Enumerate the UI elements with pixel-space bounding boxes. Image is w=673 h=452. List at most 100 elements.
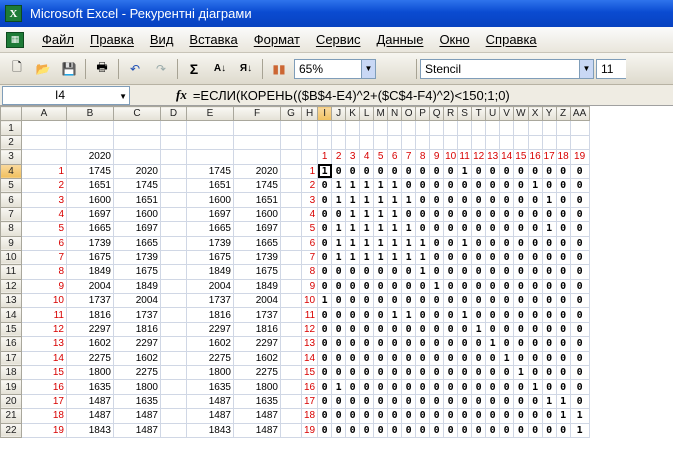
row-header[interactable]: 2 [0,134,22,151]
cell[interactable] [280,134,302,151]
cell[interactable]: 2004 [113,293,161,309]
matrix-cell[interactable]: 1 [457,235,473,251]
matrix-cell[interactable]: 1 [359,177,375,194]
cell[interactable]: 1745 [186,163,234,179]
cell[interactable] [485,120,501,136]
cell[interactable]: 1602 [113,350,161,367]
matrix-cell[interactable]: 1 [555,408,571,424]
matrix-cell[interactable]: 0 [485,192,501,208]
cell[interactable]: 1739 [186,235,234,251]
cell-table[interactable]: A B C D E F G H I J K L M N O P Q R S T U V W X Y Z AA 1 2 3 2020 1 2 3 4 5… [0,106,590,438]
matrix-cell[interactable]: 1 [331,235,347,251]
matrix-cell[interactable]: 0 [457,336,473,352]
cell[interactable] [345,134,361,151]
matrix-cell[interactable]: 0 [317,192,333,208]
matrix-cell[interactable]: 1 [345,192,361,208]
matrix-cell[interactable]: 0 [331,350,347,367]
matrix-cell[interactable]: 0 [541,235,557,251]
cell[interactable]: 2275 [186,350,234,367]
column-header[interactable]: U [485,106,501,122]
matrix-cell[interactable]: 0 [499,206,515,223]
matrix-cell[interactable]: 0 [471,235,487,251]
cell[interactable] [527,134,543,151]
matrix-cell[interactable]: 0 [345,163,361,179]
cell[interactable] [186,134,234,151]
matrix-cell[interactable]: 0 [373,393,389,410]
matrix-cell[interactable]: 0 [373,365,389,381]
matrix-cell[interactable]: 0 [499,249,515,266]
undo-icon[interactable]: ↶ [124,58,146,80]
column-header[interactable]: C [113,106,161,122]
matrix-cell[interactable]: 0 [499,422,515,438]
matrix-cell[interactable]: 0 [401,393,417,410]
matrix-cell[interactable]: 0 [345,321,361,338]
matrix-cell[interactable]: 0 [527,422,543,438]
matrix-cell[interactable]: 1 [569,408,590,424]
menu-data[interactable]: Данные [376,32,423,47]
matrix-cell[interactable]: 0 [457,249,473,266]
column-header[interactable]: M [373,106,389,122]
row-header[interactable]: 17 [0,350,22,367]
cell[interactable]: 5 [373,149,389,165]
matrix-cell[interactable]: 0 [317,365,333,381]
menu-view[interactable]: Вид [150,32,174,47]
matrix-cell[interactable]: 0 [429,192,445,208]
matrix-cell[interactable]: 0 [499,393,515,410]
matrix-cell[interactable]: 0 [555,336,571,352]
matrix-cell[interactable]: 0 [541,264,557,280]
cell[interactable]: 1745 [233,177,281,194]
matrix-cell[interactable]: 0 [443,422,459,438]
matrix-cell[interactable]: 0 [527,192,543,208]
matrix-cell[interactable]: 0 [569,293,590,309]
matrix-cell[interactable]: 1 [457,307,473,323]
matrix-cell[interactable]: 0 [513,163,529,179]
cell[interactable] [280,408,302,424]
matrix-cell[interactable]: 0 [513,221,529,237]
matrix-cell[interactable]: 1 [345,221,361,237]
matrix-cell[interactable]: 0 [513,235,529,251]
matrix-cell[interactable]: 1 [401,221,417,237]
matrix-cell[interactable]: 0 [317,278,333,295]
cell[interactable] [443,134,459,151]
matrix-cell[interactable]: 0 [359,321,375,338]
cell[interactable]: 6 [21,235,67,251]
matrix-cell[interactable]: 0 [513,408,529,424]
matrix-cell[interactable]: 0 [513,379,529,395]
matrix-cell[interactable]: 0 [331,365,347,381]
matrix-cell[interactable]: 0 [471,422,487,438]
matrix-cell[interactable]: 1 [401,307,417,323]
column-header[interactable]: V [499,106,515,122]
matrix-cell[interactable]: 0 [569,235,590,251]
matrix-cell[interactable]: 0 [345,293,361,309]
matrix-cell[interactable]: 0 [373,379,389,395]
matrix-cell[interactable]: 0 [457,264,473,280]
matrix-cell[interactable]: 0 [429,408,445,424]
cell[interactable] [471,134,487,151]
matrix-cell[interactable]: 1 [373,235,389,251]
matrix-cell[interactable]: 1 [345,177,361,194]
row-header[interactable]: 4 [0,163,22,179]
matrix-cell[interactable]: 1 [387,221,403,237]
cell[interactable]: 3 [345,149,361,165]
matrix-cell[interactable]: 0 [317,408,333,424]
row-header[interactable]: 12 [0,278,22,295]
matrix-cell[interactable]: 1 [373,221,389,237]
cell[interactable] [160,365,187,381]
cell[interactable]: 1487 [233,422,281,438]
cell[interactable]: 4 [21,206,67,223]
matrix-cell[interactable]: 0 [499,264,515,280]
cell[interactable]: 1816 [186,307,234,323]
matrix-cell[interactable]: 0 [429,379,445,395]
matrix-cell[interactable]: 0 [373,307,389,323]
matrix-cell[interactable]: 0 [513,422,529,438]
matrix-cell[interactable]: 0 [373,264,389,280]
row-header[interactable]: 16 [0,336,22,352]
matrix-cell[interactable]: 0 [527,365,543,381]
matrix-cell[interactable]: 0 [415,278,431,295]
matrix-cell[interactable]: 0 [457,379,473,395]
matrix-cell[interactable]: 1 [373,206,389,223]
cell[interactable]: 1843 [66,422,114,438]
matrix-cell[interactable]: 0 [359,365,375,381]
matrix-cell[interactable]: 0 [345,379,361,395]
matrix-cell[interactable]: 0 [457,221,473,237]
